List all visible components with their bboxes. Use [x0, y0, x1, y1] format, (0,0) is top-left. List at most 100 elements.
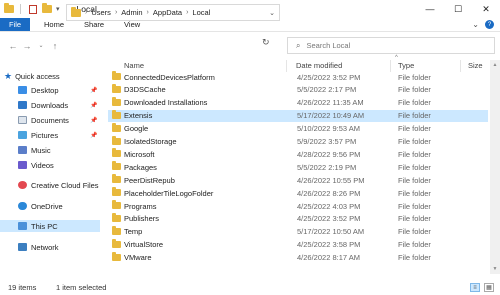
details-view-button[interactable]: ≡ [470, 283, 480, 292]
network-icon [18, 243, 27, 251]
sidebar-item-music[interactable]: Music [18, 144, 100, 156]
breadcrumb-appdata[interactable]: AppData [153, 8, 182, 17]
help-icon[interactable]: ? [485, 20, 494, 29]
file-name: D3DSCache [124, 85, 166, 95]
sidebar-item-network[interactable]: Network [18, 241, 100, 253]
table-row[interactable]: Packages 5/5/2022 2:19 PM File folder [108, 161, 488, 173]
breadcrumb-admin[interactable]: Admin [121, 8, 142, 17]
table-row[interactable]: VirtualStore 4/25/2022 3:58 PM File folder [108, 238, 488, 251]
file-name: Extensis [124, 111, 153, 121]
breadcrumb-local[interactable]: Local [192, 8, 210, 17]
back-button[interactable]: ← [6, 41, 20, 51]
pin-icon[interactable]: 📌 [90, 102, 97, 109]
up-button[interactable]: ↑ [48, 41, 62, 51]
tab-file[interactable]: File [0, 18, 30, 31]
table-row[interactable]: IsolatedStorage 5/9/2022 3:57 PM File fold… [108, 135, 488, 148]
maximize-button[interactable]: ☐ [444, 0, 472, 18]
file-name: Programs [124, 201, 157, 211]
table-row[interactable]: PlaceholderTileLogoFolder 4/26/2022 8:26 … [108, 187, 488, 199]
chevron-right-icon[interactable]: › [85, 9, 87, 16]
refresh-button[interactable]: ↻ [262, 37, 270, 48]
sidebar-item-videos[interactable]: Videos [18, 159, 100, 171]
sidebar-item-onedrive[interactable]: OneDrive [18, 200, 100, 212]
vertical-scrollbar[interactable]: ▲ ▼ [490, 60, 500, 274]
file-date: 4/25/2022 3:52 PM [297, 214, 361, 224]
table-row[interactable]: Temp 5/17/2022 10:50 AM File folder [108, 225, 488, 238]
file-type: File folder [398, 124, 431, 134]
search-input[interactable]: Search Local [306, 41, 350, 50]
file-type: File folder [398, 111, 431, 121]
sidebar-item-creative-cloud[interactable]: Creative Cloud Files [18, 179, 100, 191]
minimize-button[interactable]: — [416, 0, 444, 18]
column-type[interactable]: Type [398, 61, 414, 70]
status-bar: 19 items 1 item selected ≡ ▦ [0, 280, 500, 295]
music-icon [18, 146, 27, 154]
file-type: File folder [398, 253, 431, 263]
large-icons-view-button[interactable]: ▦ [484, 283, 494, 292]
file-type: File folder [398, 240, 431, 250]
file-type: File folder [398, 85, 431, 95]
scroll-up-button[interactable]: ▲ [490, 60, 500, 70]
recent-locations-button[interactable]: ⌄ [34, 42, 48, 49]
sidebar-item-pictures[interactable]: Pictures 📌 [18, 129, 100, 141]
column-date-modified[interactable]: Date modified [296, 61, 342, 70]
search-icon: ⌕ [296, 40, 301, 50]
sidebar-item-this-pc[interactable]: This PC [0, 220, 100, 232]
file-type: File folder [398, 98, 431, 108]
close-button[interactable]: ✕ [472, 0, 500, 18]
table-row[interactable]: Downloaded Installations 4/26/2022 11:35 … [108, 96, 488, 109]
file-date: 4/25/2022 3:52 PM [297, 72, 361, 82]
breadcrumb-users[interactable]: Users [91, 8, 111, 17]
file-date: 4/25/2022 3:58 PM [297, 240, 361, 250]
chevron-right-icon[interactable]: › [147, 9, 149, 16]
table-row[interactable]: Extensis 5/17/2022 10:49 AM File folder [108, 109, 488, 122]
folder-icon [112, 122, 121, 132]
table-row[interactable]: Programs 4/25/2022 4:03 PM File folder [108, 200, 488, 212]
chevron-down-icon[interactable]: ⌄ [472, 20, 479, 29]
sidebar-item-downloads[interactable]: Downloads 📌 [18, 99, 100, 111]
table-row[interactable]: Google 5/10/2022 9:53 AM File folder [108, 122, 488, 135]
table-row[interactable]: ConnectedDevicesPlatform 4/25/2022 3:52 P… [108, 71, 488, 83]
file-date: 4/26/2022 11:35 AM [297, 98, 364, 108]
file-date: 5/9/2022 3:57 PM [297, 137, 357, 146]
folder-icon [112, 148, 121, 158]
document-icon [18, 116, 27, 124]
chevron-right-icon[interactable]: › [115, 9, 117, 16]
sidebar-item-documents[interactable]: Documents 📌 [18, 114, 100, 126]
file-date: 5/10/2022 9:53 AM [297, 124, 360, 134]
sidebar-item-quick-access[interactable]: ★ Quick access [4, 70, 100, 82]
file-name: ConnectedDevicesPlatform [124, 72, 215, 82]
chevron-right-icon[interactable]: › [186, 9, 188, 16]
table-row[interactable]: VMware 4/26/2022 8:17 AM File folder [108, 251, 488, 264]
address-bar[interactable]: › Users › Admin › AppData › Local ⌄ [66, 4, 280, 21]
table-row[interactable]: Microsoft 4/28/2022 9:56 PM File folder [108, 148, 488, 160]
forward-button[interactable]: → [20, 41, 34, 51]
pin-icon[interactable]: 📌 [90, 117, 97, 124]
video-icon [18, 161, 27, 169]
address-dropdown[interactable]: ⌄ [269, 9, 275, 17]
file-name: IsolatedStorage [124, 137, 177, 146]
pin-icon[interactable]: 📌 [90, 87, 97, 94]
column-size[interactable]: Size [468, 61, 483, 70]
file-type: File folder [398, 149, 431, 159]
picture-icon [18, 131, 27, 139]
file-type: File folder [398, 137, 431, 146]
file-type: File folder [398, 162, 431, 172]
sidebar-item-desktop[interactable]: Desktop 📌 [18, 84, 100, 96]
column-name[interactable]: Name [124, 61, 144, 70]
item-count: 19 items [8, 283, 37, 292]
table-row[interactable]: D3DSCache 5/5/2022 2:17 PM File folder [108, 83, 488, 96]
file-name: Temp [124, 227, 143, 237]
file-date: 5/17/2022 10:49 AM [297, 111, 365, 121]
table-row[interactable]: Publishers 4/25/2022 3:52 PM File folder [108, 212, 488, 225]
scroll-down-button[interactable]: ▼ [490, 264, 500, 274]
folder-icon [112, 161, 121, 171]
properties-icon[interactable] [29, 4, 37, 14]
creative-cloud-icon [18, 181, 27, 189]
pin-icon[interactable]: 📌 [90, 132, 97, 139]
quick-access-toolbar-dropdown[interactable]: ▾ [56, 5, 60, 13]
search-box[interactable]: ⌕ Search Local [287, 37, 495, 54]
file-name: Microsoft [124, 149, 155, 159]
table-row[interactable]: PeerDistRepub 4/26/2022 10:55 PM File fold… [108, 174, 488, 186]
new-folder-icon[interactable] [42, 3, 52, 13]
